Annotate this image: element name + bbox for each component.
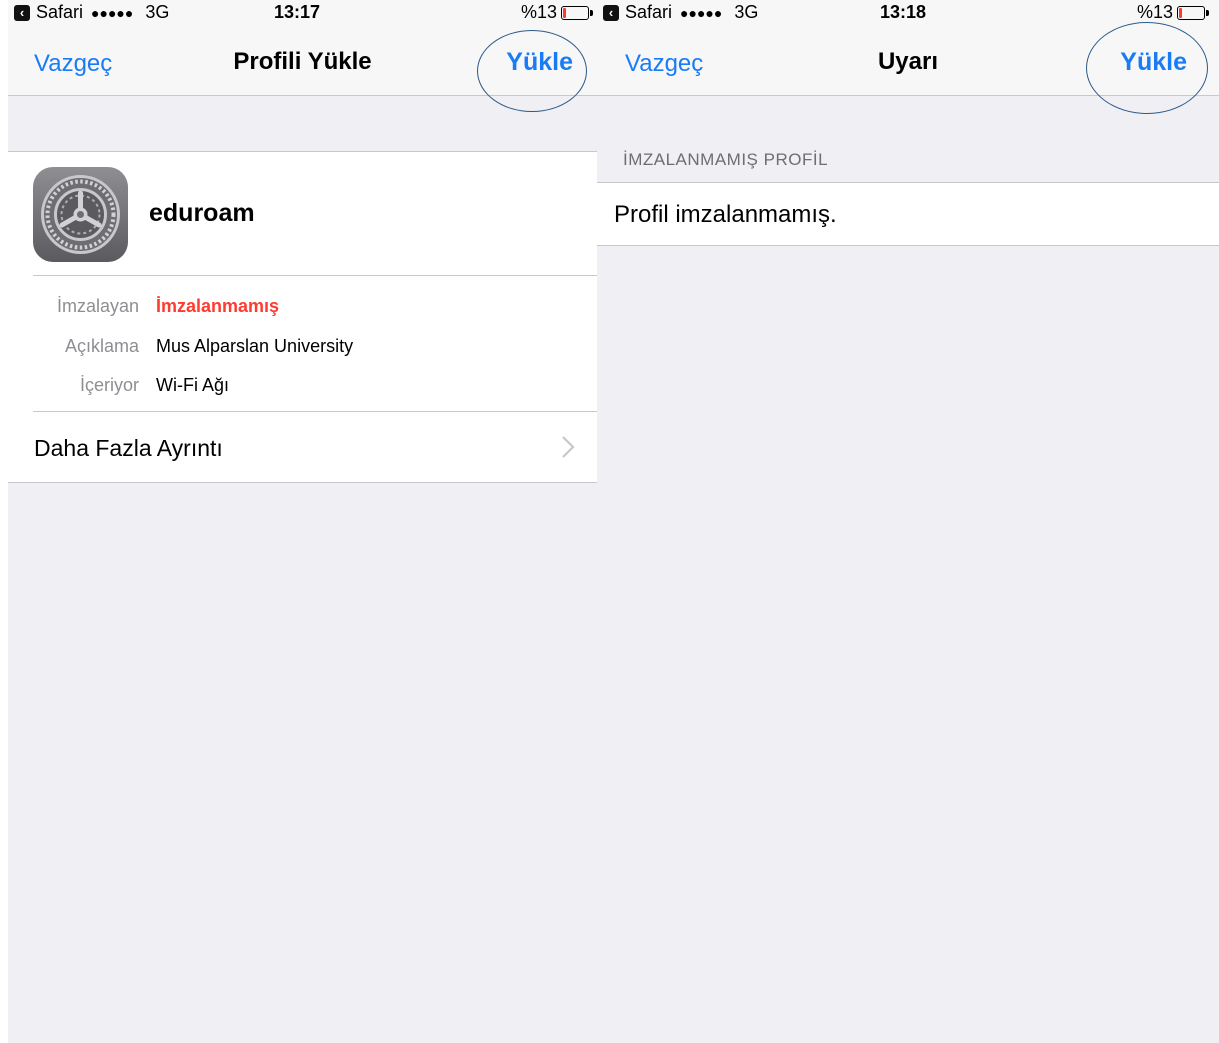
network-type: 3G [734, 2, 759, 22]
back-to-app-icon[interactable]: ‹ [603, 4, 619, 21]
signal-strength-icon: ●●●●● [680, 4, 723, 21]
status-right: %13 [1136, 2, 1209, 23]
battery-icon [1177, 5, 1209, 20]
navigation-bar: Vazgeç Profili Yükle Yükle [8, 26, 597, 112]
highlight-circle-annotation [1086, 22, 1208, 114]
battery-percent: %13 [1136, 2, 1173, 22]
network-type: 3G [145, 2, 170, 22]
status-time: 13:18 [880, 2, 927, 22]
profile-header: eduroam [8, 152, 597, 275]
status-bar: ‹ Safari ●●●●● 3G 13:17 %13 [8, 0, 597, 26]
warning-row: Profil imzalanmamış. [597, 182, 1219, 246]
warning-screen: ‹ Safari ●●●●● 3G 13:18 %13 Vazgeç Uyarı… [597, 0, 1219, 1043]
more-details-label: Daha Fazla Ayrıntı [34, 435, 223, 461]
chevron-right-icon [562, 436, 575, 458]
detail-row-signed-by: İmzalayan İmzalanmamış [8, 296, 597, 326]
back-to-app-icon[interactable]: ‹ [14, 4, 30, 21]
install-profile-screen: ‹ Safari ●●●●● 3G 13:17 %13 Vazgeç Profi… [8, 0, 597, 1043]
section-header: İMZALANMAMIŞ PROFİL [623, 150, 829, 169]
navigation-bar: Vazgeç Uyarı Yükle [597, 22, 1219, 114]
status-right: %13 [520, 2, 593, 23]
detail-row-contains: İçeriyor Wi-Fi Ağı [8, 375, 597, 405]
back-app-name[interactable]: Safari [36, 2, 83, 23]
divider [33, 275, 597, 276]
highlight-circle-annotation [477, 30, 587, 112]
detail-value: Wi-Fi Ağı [156, 375, 230, 395]
signal-strength-icon: ●●●●● [91, 4, 134, 21]
profile-name: eduroam [149, 199, 255, 227]
status-left: ‹ Safari ●●●●● 3G [14, 2, 169, 23]
more-details-row[interactable]: Daha Fazla Ayrıntı [8, 413, 597, 483]
status-bar: ‹ Safari ●●●●● 3G 13:18 %13 [597, 0, 1219, 26]
back-app-name[interactable]: Safari [625, 2, 672, 23]
status-time: 13:17 [274, 2, 321, 22]
battery-percent: %13 [520, 2, 557, 22]
detail-row-description: Açıklama Mus Alparslan University [8, 336, 597, 366]
detail-value-unsigned: İmzalanmamış [156, 296, 280, 316]
profile-card: eduroam İmzalayan İmzalanmamış Açıklama … [8, 151, 597, 483]
detail-value: Mus Alparslan University [156, 336, 354, 356]
status-left: ‹ Safari ●●●●● 3G [603, 2, 758, 23]
detail-label: İçeriyor [79, 375, 139, 395]
detail-label: İmzalayan [56, 296, 139, 316]
settings-gear-icon [33, 167, 128, 262]
divider [33, 411, 597, 412]
battery-icon [561, 5, 593, 20]
detail-label: Açıklama [64, 336, 139, 356]
warning-text: Profil imzalanmamış. [614, 201, 837, 228]
